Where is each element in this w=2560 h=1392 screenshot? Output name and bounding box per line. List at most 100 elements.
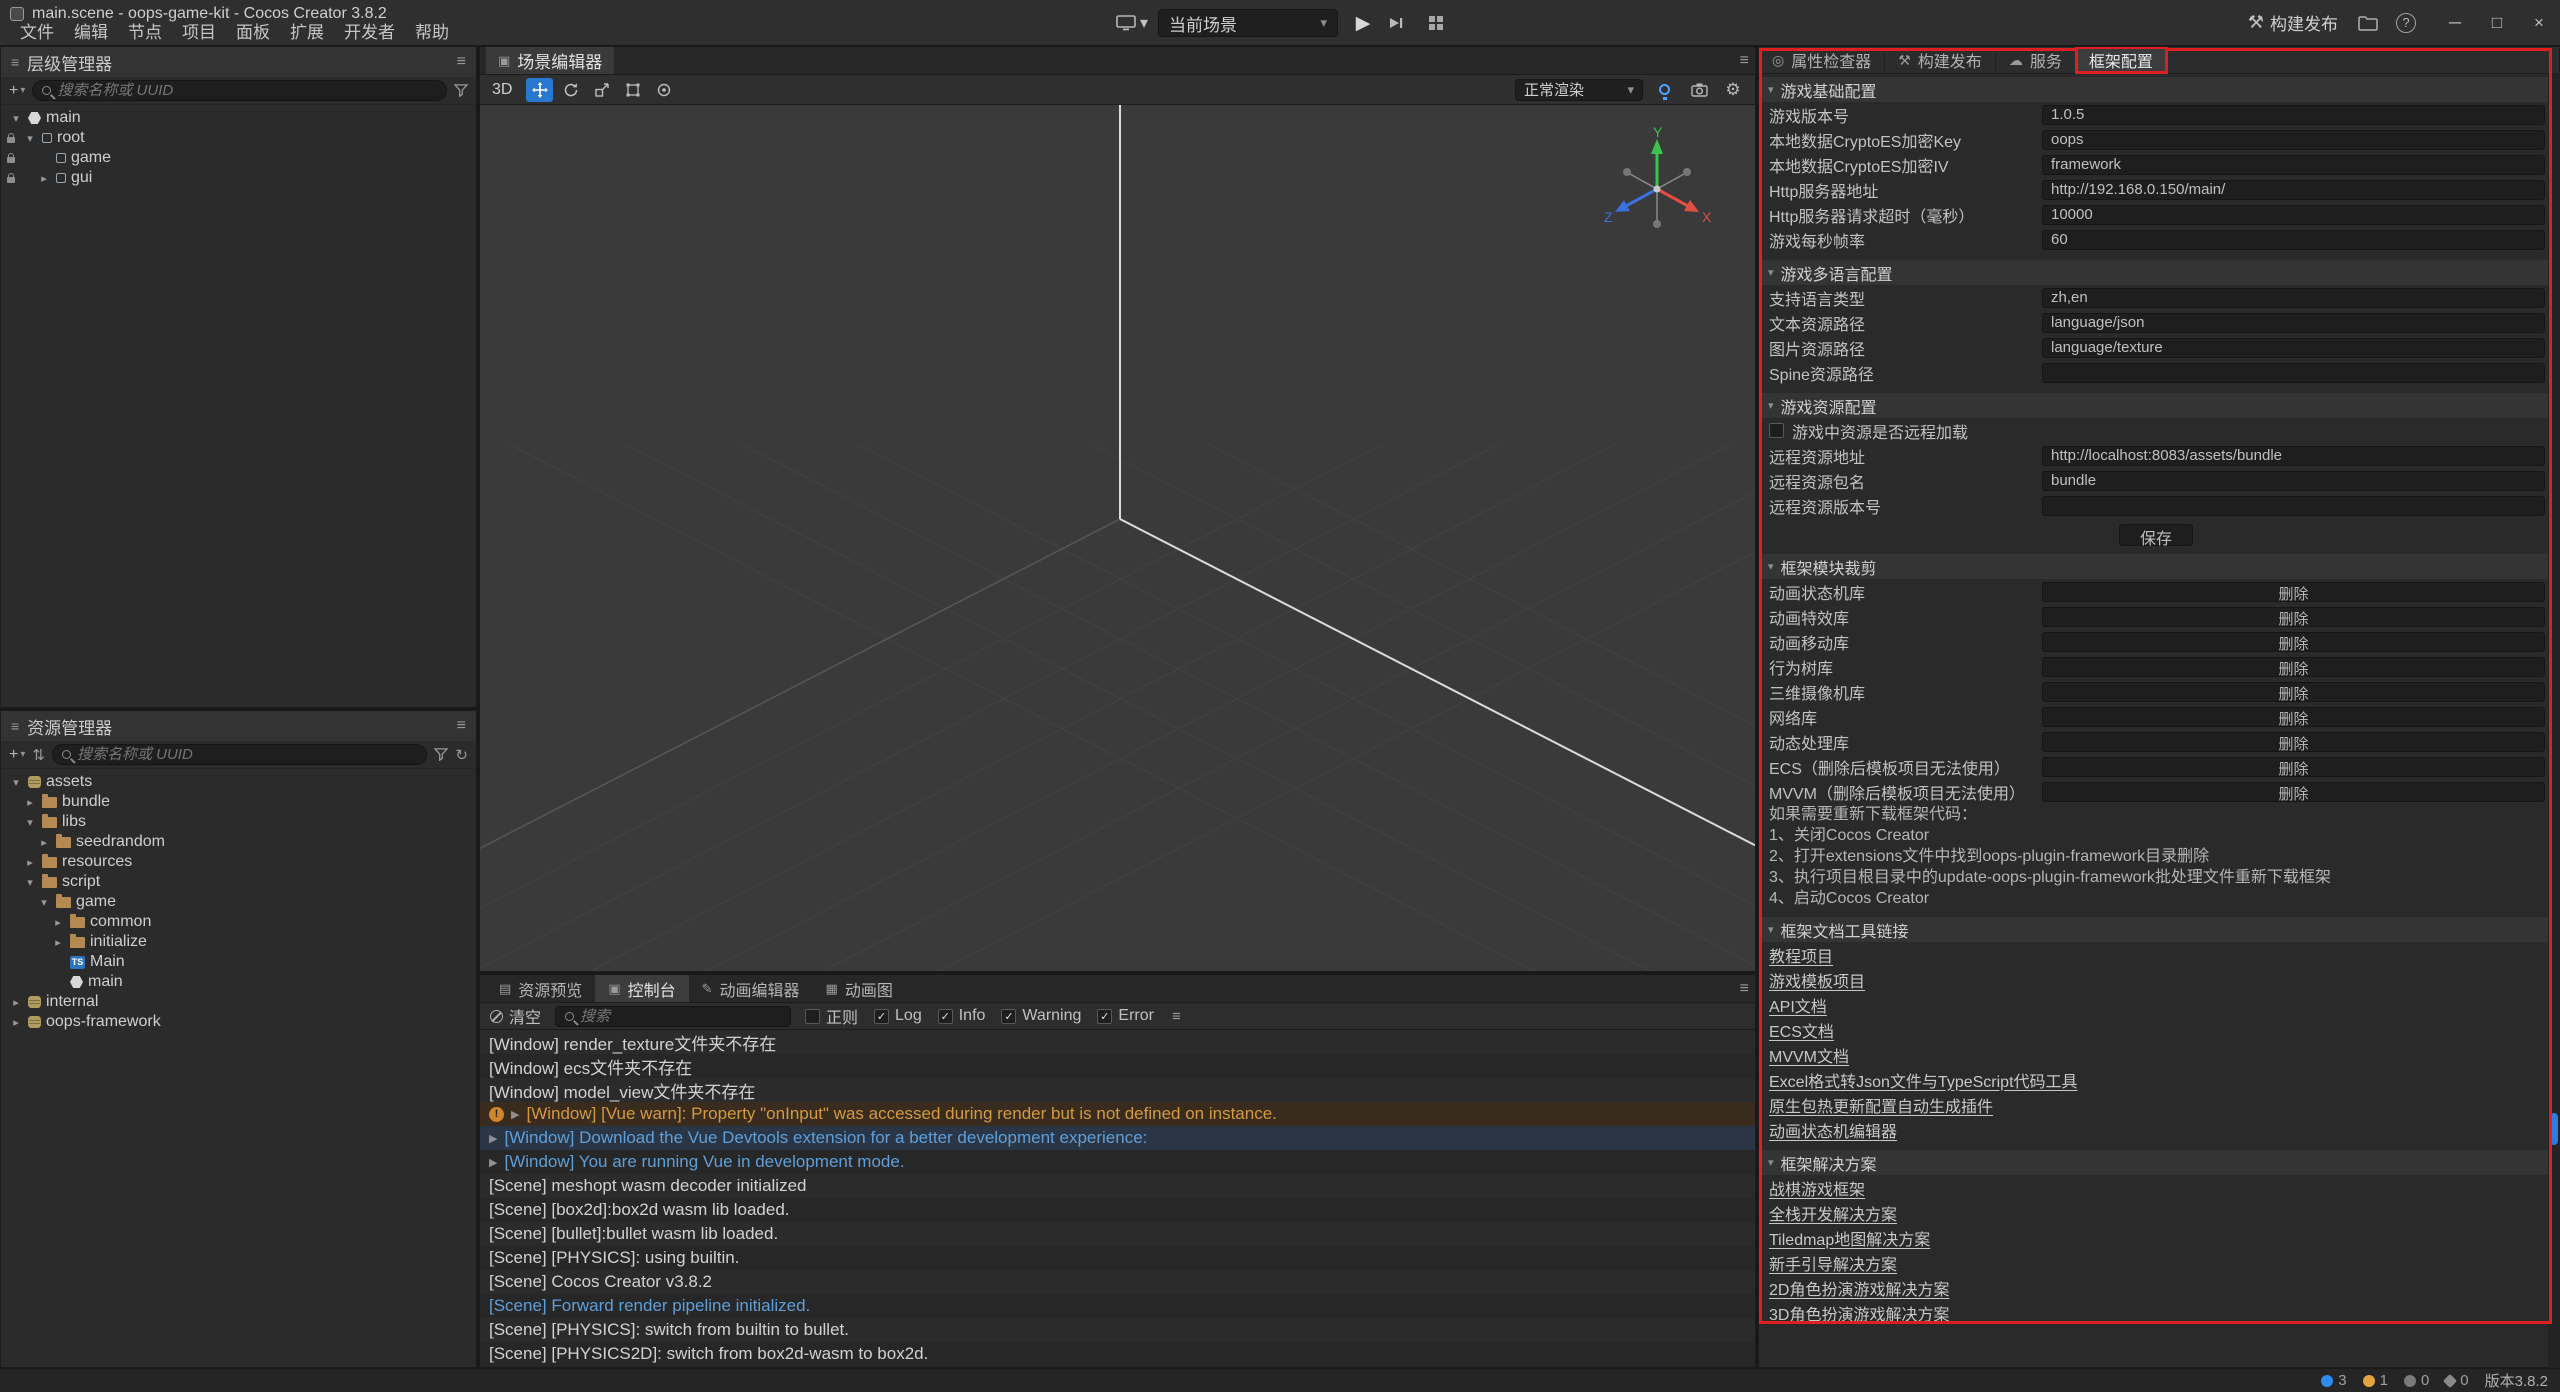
delete-button[interactable]: 删除 [2042,782,2545,802]
log-row[interactable]: !▶[Window] [Vue warn]: Property "onInput… [480,1102,1755,1126]
log-row[interactable]: [Window] ecs文件夹不存在 [480,1054,1755,1078]
section-header[interactable]: ▾游戏多语言配置 [1759,260,2559,285]
menu-item[interactable]: 扩展 [280,23,334,43]
tree-row[interactable]: ▾root [1,128,476,148]
scale-tool-button[interactable] [588,78,615,102]
doc-link[interactable]: 战棋游戏框架 [1759,1175,2559,1200]
section-header[interactable]: ▾游戏基础配置 [1759,77,2559,102]
console-tab[interactable]: ▣控制台 [595,975,688,1002]
expand-arrow-icon[interactable]: ▾ [9,112,23,125]
log-row[interactable]: [Window] model_view文件夹不存在 [480,1078,1755,1102]
console-tab[interactable]: ▤资源预览 [486,975,595,1002]
expand-arrow-icon[interactable]: ▾ [23,816,37,829]
section-header[interactable]: ▾框架解决方案 [1759,1150,2559,1175]
console-tab[interactable]: ✎动画编辑器 [689,975,813,1002]
minimize-button[interactable]: ─ [2434,0,2476,46]
scene-settings-button[interactable]: ⚙ [1721,80,1745,100]
inspector-scrollbar[interactable] [2548,73,2560,1368]
tree-row[interactable]: main [1,972,476,992]
doc-link[interactable]: 3D角色扮演游戏解决方案 [1759,1300,2559,1325]
expand-arrow-icon[interactable]: ▾ [23,132,37,145]
play-button[interactable]: ▶ [1348,12,1378,35]
warning-count[interactable]: 1 [2363,1372,2388,1389]
checkbox[interactable]: ✓ [1097,1009,1112,1024]
doc-link[interactable]: MVVM文档 [1759,1042,2559,1067]
inspector-tab[interactable]: ☁服务 [1996,47,2076,73]
tree-row[interactable]: ▸gui [1,168,476,188]
log-row[interactable]: ▶[Window] Download the Vue Devtools exte… [480,1126,1755,1150]
tree-row[interactable]: ▾script [1,872,476,892]
console-filter[interactable]: ✓Error [1097,1007,1154,1025]
tree-row[interactable]: ▸common [1,912,476,932]
tree-row[interactable]: TSMain [1,952,476,972]
panel-menu-icon[interactable]: ≡ [1740,980,1749,998]
console-search-input[interactable] [580,1008,781,1025]
tree-row[interactable]: ▾libs [1,812,476,832]
menu-item[interactable]: 开发者 [334,23,405,43]
pivot-tool-button[interactable] [650,78,677,102]
inspector-tab[interactable]: ⚒构建发布 [1885,47,1996,73]
hierarchy-search-box[interactable] [32,80,447,101]
tree-row[interactable]: ▸seedrandom [1,832,476,852]
scrollbar-thumb[interactable] [2550,1113,2558,1145]
inspector-tab[interactable]: ◎属性检查器 [1759,47,1885,73]
console-filter[interactable]: ✓Info [938,1007,986,1025]
expand-arrow-icon[interactable]: ▾ [9,776,23,789]
rotate-tool-button[interactable] [557,78,584,102]
doc-link[interactable]: 新手引导解决方案 [1759,1250,2559,1275]
add-asset-button[interactable]: + ▾ [9,746,25,764]
field-input[interactable] [2042,446,2545,466]
panel-menu-icon[interactable]: ≡ [457,53,466,71]
assets-search-input[interactable] [77,746,417,763]
collapse-logs-button[interactable]: ≡ [1172,1008,1181,1025]
expand-caret-icon[interactable]: ▶ [489,1156,497,1169]
log-row[interactable]: [Scene] [bullet]:bullet wasm lib loaded. [480,1222,1755,1246]
expand-arrow-icon[interactable]: ▸ [9,996,23,1009]
build-publish-button[interactable]: ⚒ 构建发布 [2248,10,2338,35]
panel-menu-icon[interactable]: ≡ [457,717,466,735]
expand-arrow-icon[interactable]: ▾ [37,896,51,909]
field-input[interactable] [2042,471,2545,491]
expand-arrow-icon[interactable]: ▾ [23,876,37,889]
log-row[interactable]: ▶[Window] You are running Vue in develop… [480,1150,1755,1174]
expand-caret-icon[interactable]: ▶ [511,1108,519,1121]
layout-grid-button[interactable] [1428,15,1444,31]
field-input[interactable] [2042,230,2545,250]
doc-link[interactable]: 动画状态机编辑器 [1759,1117,2559,1142]
delete-button[interactable]: 删除 [2042,582,2545,602]
doc-link[interactable]: Tiledmap地图解决方案 [1759,1225,2559,1250]
preview-target-button[interactable]: ▾ [1116,13,1148,33]
filter-button[interactable] [454,84,468,97]
assets-header[interactable]: ≡ 资源管理器 ≡ [1,711,476,741]
filter-button[interactable] [434,748,448,761]
info-count[interactable]: 3 [2321,1372,2346,1389]
delete-button[interactable]: 删除 [2042,707,2545,727]
close-button[interactable]: × [2518,0,2560,46]
error-count[interactable]: 0 [2404,1372,2429,1389]
doc-link[interactable]: ECS文档 [1759,1017,2559,1042]
field-input[interactable] [2042,288,2545,308]
console-tab[interactable]: ▦动画图 [813,975,906,1002]
help-button[interactable]: ? [2396,13,2416,33]
delete-button[interactable]: 删除 [2042,657,2545,677]
expand-arrow-icon[interactable]: ▸ [9,1016,23,1029]
field-input[interactable] [2042,130,2545,150]
doc-link[interactable]: Excel格式转Json文件与TypeScript代码工具 [1759,1067,2559,1092]
menu-item[interactable]: 节点 [118,23,172,43]
tree-row[interactable]: ▸bundle [1,792,476,812]
project-folder-button[interactable] [2358,15,2378,31]
expand-arrow-icon[interactable]: ▸ [37,172,51,185]
expand-arrow-icon[interactable]: ▸ [23,796,37,809]
log-row[interactable]: [Scene] [PHYSICS2D]: switch from box2d-w… [480,1342,1755,1366]
expand-arrow-icon[interactable]: ▸ [51,916,65,929]
console-search-box[interactable] [555,1006,791,1027]
scene-viewport[interactable]: Y X Z [480,105,1755,971]
delete-button[interactable]: 删除 [2042,757,2545,777]
render-mode-select[interactable]: 正常渲染 ▾ [1515,79,1643,101]
log-row[interactable]: [Scene] Forward render pipeline initiali… [480,1294,1755,1318]
expand-caret-icon[interactable]: ▶ [489,1132,497,1145]
scene-light-toggle[interactable] [1651,78,1678,102]
add-node-button[interactable]: + ▾ [9,82,25,100]
log-row[interactable]: [Scene] [box2d]:box2d wasm lib loaded. [480,1198,1755,1222]
checkbox[interactable]: ✓ [1001,1009,1016,1024]
